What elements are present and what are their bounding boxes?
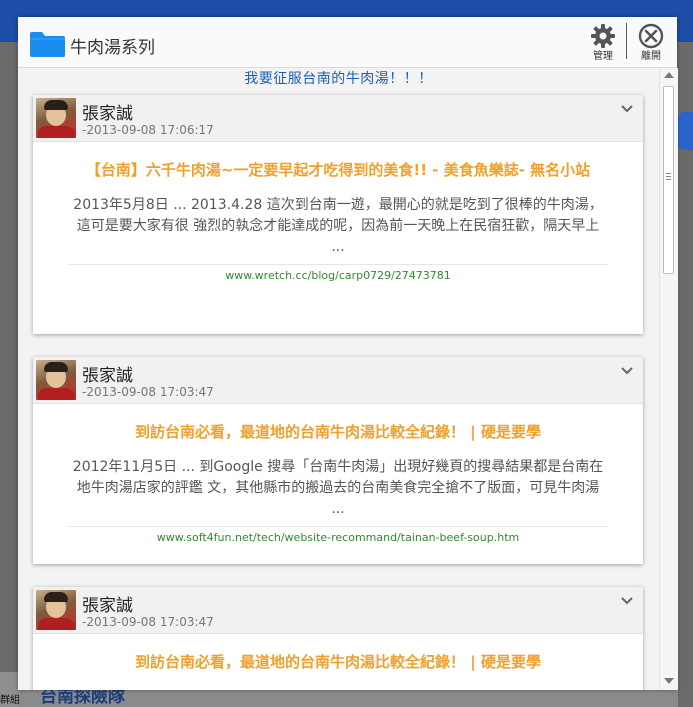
background-left-panel: [0, 42, 18, 707]
post-link-title[interactable]: 到訪台南必看，最道地的台南牛肉湯比較全紀錄！ | 硬是要學: [68, 634, 608, 677]
album-caption: 我要征服台南的牛肉湯！！！: [244, 71, 433, 87]
post-link-title[interactable]: 到訪台南必看，最道地的台南牛肉湯比較全紀錄！ | 硬是要學: [68, 404, 608, 447]
post-header: 張家誠 -2013-09-08 17:06:17: [33, 95, 643, 142]
avatar[interactable]: [36, 98, 76, 138]
avatar[interactable]: [36, 360, 76, 400]
scroll-up-arrow[interactable]: [664, 72, 674, 78]
post-card: 張家誠 -2013-09-08 17:03:47 到訪台南必看，最道地的台南牛肉…: [33, 357, 643, 564]
leave-button[interactable]: 離開: [631, 23, 671, 67]
leave-label: 離開: [641, 51, 661, 62]
post-header: 張家誠 -2013-09-08 17:03:47: [33, 587, 643, 634]
post-url[interactable]: www.soft4fun.net/tech/website-recommand/…: [33, 527, 643, 544]
post-snippet: 2013年5月8日 ... 2013.4.28 這次到台南一遊，最開心的就是吃到…: [68, 185, 608, 265]
background-group-label: 群組: [0, 695, 20, 706]
post-user-name[interactable]: 張家誠: [82, 591, 133, 616]
header-divider: [626, 23, 627, 59]
scroll-down-arrow[interactable]: [664, 678, 674, 684]
vertical-scrollbar[interactable]: [659, 68, 678, 690]
chevron-down-icon[interactable]: [621, 595, 633, 607]
post-header: 張家誠 -2013-09-08 17:03:47: [33, 357, 643, 404]
post-timestamp: -2013-09-08 17:03:47: [82, 615, 214, 629]
posts-scroll-area[interactable]: 我要征服台南的牛肉湯！！！ 張家誠 -2013-09-08 17:06:17 【…: [18, 68, 659, 690]
folder-icon: [30, 32, 65, 57]
avatar[interactable]: [36, 590, 76, 630]
post-card: 張家誠 -2013-09-08 17:06:17 【台南】六千牛肉湯~一定要早起…: [33, 95, 643, 334]
post-url[interactable]: www.wretch.cc/blog/carp0729/27473781: [33, 265, 643, 282]
post-user-name[interactable]: 張家誠: [82, 99, 133, 124]
post-snippet: 2012年11月5日 ... 到Google 搜尋「台南牛肉湯」出現好幾頁的搜尋…: [68, 447, 608, 527]
modal-header: 牛肉湯系列 管理 離開: [18, 17, 677, 68]
gear-icon: [591, 24, 615, 48]
manage-button[interactable]: 管理: [583, 23, 623, 67]
modal-title: 牛肉湯系列: [70, 38, 155, 58]
close-circle-icon: [638, 23, 664, 49]
post-user-name[interactable]: 張家誠: [82, 361, 133, 386]
background-side-button: [677, 112, 693, 150]
post-timestamp: -2013-09-08 17:03:47: [82, 385, 214, 399]
post-link-title[interactable]: 【台南】六千牛肉湯~一定要早起才吃得到的美食!! - 美食魚樂誌- 無名小站: [68, 142, 608, 185]
chevron-down-icon[interactable]: [621, 103, 633, 115]
manage-label: 管理: [593, 51, 613, 62]
post-card: 張家誠 -2013-09-08 17:03:47 到訪台南必看，最道地的台南牛肉…: [33, 587, 643, 690]
scroll-thumb[interactable]: [663, 86, 674, 274]
album-modal: 牛肉湯系列 管理 離開 我要征服台南的牛肉湯！！！ 張家誠 -2013-09-0…: [18, 17, 678, 690]
chevron-down-icon[interactable]: [621, 365, 633, 377]
post-timestamp: -2013-09-08 17:06:17: [82, 123, 214, 137]
